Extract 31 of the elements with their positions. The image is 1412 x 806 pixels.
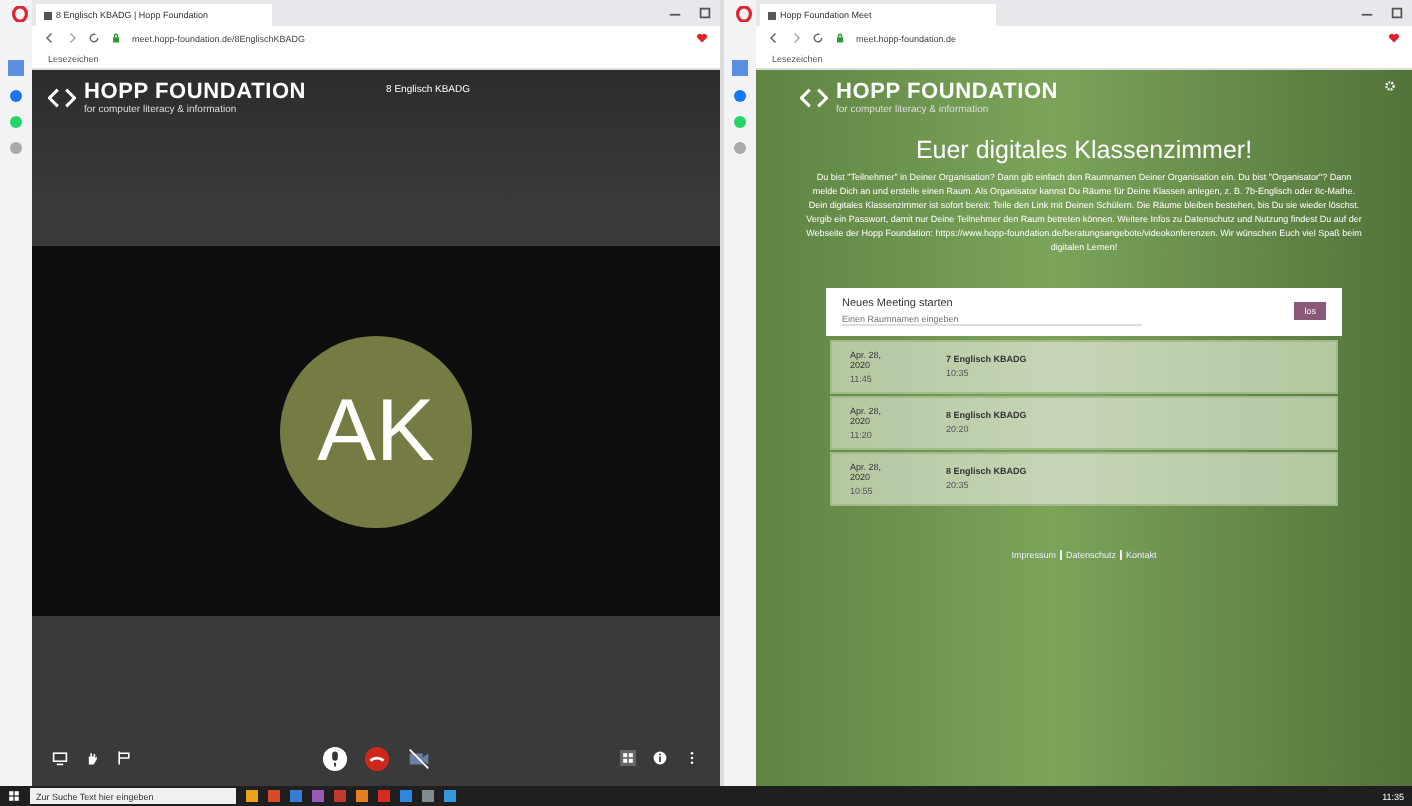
forward-icon[interactable] [66,32,78,44]
avatar: AK [280,335,472,527]
forward-icon[interactable] [790,32,802,44]
maximize-icon[interactable] [1390,6,1404,20]
code-brackets-icon [48,88,76,108]
opera-logo-icon[interactable] [12,5,28,21]
reload-icon[interactable] [88,32,100,44]
messenger-icon[interactable] [10,90,22,102]
page-heading: Euer digitales Klassenzimmer! [915,136,1253,164]
settings-icon[interactable] [1384,80,1396,92]
heart-icon[interactable] [696,32,708,44]
messenger-icon[interactable] [734,90,746,102]
back-icon[interactable] [768,32,780,44]
camera-off-icon[interactable] [405,745,431,771]
logo-title[interactable]: HOPP FOUNDATION [836,80,1059,104]
windows-start-icon[interactable] [8,790,20,802]
reload-icon[interactable] [812,32,824,44]
hang-up-icon[interactable] [363,745,389,771]
opera-logo-icon[interactable] [736,5,752,21]
heart-icon[interactable] [1388,32,1400,44]
tile-view-icon[interactable] [620,750,636,766]
info-icon[interactable] [652,750,668,766]
logo-title[interactable]: HOPP FOUNDATION [84,80,307,104]
code-brackets-icon [800,88,828,108]
raise-hand-icon[interactable] [84,750,100,766]
screen-share-icon[interactable] [52,750,68,766]
lock-icon [110,32,122,44]
back-icon[interactable] [44,32,56,44]
microphone-icon[interactable] [321,745,347,771]
maximize-icon[interactable] [698,6,712,20]
lock-icon [834,32,846,44]
